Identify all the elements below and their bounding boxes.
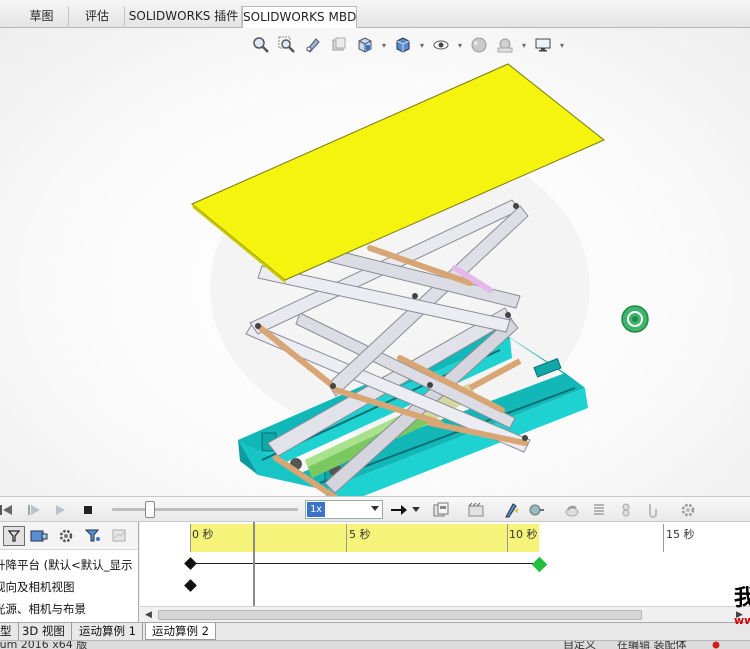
key-point-view[interactable] <box>184 579 197 592</box>
ruler-tick <box>507 524 508 552</box>
rotate-view-icon[interactable] <box>621 305 649 333</box>
key-point-start[interactable] <box>184 557 197 570</box>
current-time-bar[interactable] <box>253 522 255 606</box>
tab-motion-study-2[interactable]: 运动算例 2 <box>145 623 216 640</box>
autokey-icon[interactable] <box>501 500 521 520</box>
playback-speed-select[interactable]: 1x <box>305 500 383 519</box>
play-icon[interactable] <box>50 500 70 520</box>
motion-feature-tree: 升降平台 (默认<默认_显示 视向及相机视图 光源、相机与布景 <box>0 522 139 622</box>
time-ruler[interactable]: 0 秒 5 秒 10 秒 15 秒 <box>140 522 750 552</box>
motion-tree-toolbar <box>0 522 138 550</box>
assembly-key-track <box>190 563 539 564</box>
gravity-icon[interactable] <box>642 500 662 520</box>
playback-mode-icon[interactable] <box>389 500 409 520</box>
watermark: 我 www <box>734 586 750 634</box>
study-tabs: 型 3D 视图 运动算例 1 运动算例 2 <box>0 622 750 640</box>
key-point-end[interactable] <box>531 556 548 573</box>
contact-icon[interactable] <box>616 500 636 520</box>
ruler-tick <box>663 524 664 552</box>
status-editing: 在编辑 装配体 <box>617 640 687 649</box>
scroll-left-icon[interactable]: ◀ <box>145 610 152 620</box>
filter-selected-icon[interactable] <box>82 526 104 546</box>
stop-icon[interactable] <box>78 500 98 520</box>
ruler-label-15s: 15 秒 <box>666 528 695 541</box>
playback-slider-thumb[interactable] <box>145 501 155 518</box>
filter-animated-icon[interactable] <box>28 526 50 546</box>
ruler-label-10s: 10 秒 <box>509 528 538 541</box>
tab-3d-views[interactable]: 3D 视图 <box>16 623 72 640</box>
filter-results-icon[interactable] <box>108 526 130 546</box>
animation-wizard-icon[interactable] <box>466 500 486 520</box>
motor-icon[interactable] <box>562 500 582 520</box>
save-animation-icon[interactable] <box>431 500 451 520</box>
status-bar: SOLIDWORKS Premium 2016 x64 版 自定义 在编辑 装配… <box>0 640 750 649</box>
status-version: SOLIDWORKS Premium 2016 x64 版 <box>0 640 88 649</box>
ruler-tick <box>346 524 347 552</box>
play-from-start-icon[interactable] <box>24 500 44 520</box>
tree-item-assembly[interactable]: 升降平台 (默认<默认_显示 <box>0 556 133 574</box>
watermark-glyph: 我 <box>734 586 750 611</box>
tab-evaluate[interactable]: 评估 <box>70 6 125 28</box>
scissor-lift-model[interactable] <box>0 28 750 496</box>
tab-sketch[interactable]: 草图 <box>15 6 69 28</box>
status-units[interactable]: 自定义 <box>563 641 596 649</box>
spring-icon[interactable] <box>589 500 609 520</box>
status-light-icon <box>712 641 720 649</box>
add-key-icon[interactable] <box>527 500 547 520</box>
tree-item-lights-cameras-scene[interactable]: 光源、相机与布景 <box>0 600 86 618</box>
watermark-site: www <box>734 614 750 627</box>
ruler-tick <box>190 524 191 552</box>
motion-manager-toolbar: 1x <box>0 496 750 522</box>
filter-icon[interactable] <box>3 526 25 546</box>
tab-motion-study-1[interactable]: 运动算例 1 <box>73 623 143 640</box>
ruler-label-5s: 5 秒 <box>349 528 371 541</box>
chevron-down-icon[interactable] <box>410 500 422 520</box>
rewind-icon[interactable] <box>0 500 16 520</box>
timeline-scroll-thumb[interactable] <box>158 610 642 620</box>
ruler-label-0s: 0 秒 <box>192 528 214 541</box>
playback-speed-value: 1x <box>307 502 326 517</box>
command-manager-tabs: 草图 评估 SOLIDWORKS 插件 SOLIDWORKS MBD <box>0 0 750 29</box>
tab-solidworks-mbd[interactable]: SOLIDWORKS MBD <box>242 6 357 29</box>
graphics-area[interactable]: ▾ ▾ ▾ ▾ ▾ <box>0 28 750 496</box>
playback-slider-track[interactable] <box>112 508 298 511</box>
tree-item-view-camera[interactable]: 视向及相机视图 <box>0 578 75 596</box>
chevron-down-icon <box>371 506 379 511</box>
timeline-scrollbar[interactable]: ◀ ▶ <box>140 606 750 622</box>
filter-driving-icon[interactable] <box>55 526 77 546</box>
gear-icon[interactable] <box>678 500 698 520</box>
tab-solidworks-addins[interactable]: SOLIDWORKS 插件 <box>126 6 242 28</box>
